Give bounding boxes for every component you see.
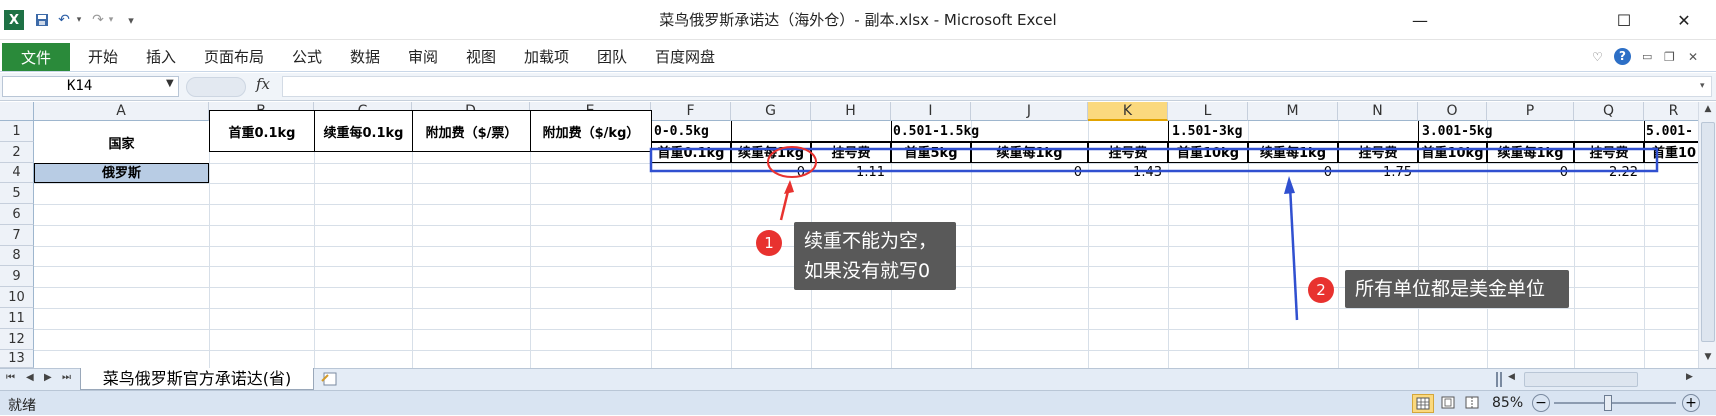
tab-team[interactable]: 团队 [597, 46, 627, 68]
title-bar: X ↶ ▾ ↷ ▾ ▾ 菜鸟俄罗斯承诺达（海外仓）- 副本.xlsx - Mic… [0, 0, 1716, 40]
help-icon[interactable]: ? [1614, 48, 1631, 65]
tab-formulas[interactable]: 公式 [292, 46, 322, 68]
name-box[interactable]: K14 [2, 76, 179, 97]
callout-1-line-1: 续重不能为空， [804, 230, 938, 252]
last-sheet-icon[interactable]: ⏭ [62, 372, 71, 383]
expand-formula-icon[interactable]: ▾ [1700, 81, 1705, 91]
ribbon-tabs: 文件 开始 插入 页面布局 公式 数据 审阅 视图 加载项 团队 百度网盘 ♡ … [0, 40, 1716, 72]
close-button[interactable]: ✕ [1660, 0, 1708, 40]
tab-split-handle[interactable] [1496, 372, 1502, 387]
formula-divider[interactable] [186, 77, 246, 97]
highlight-circle [767, 146, 817, 178]
worksheet-grid[interactable]: A B C D E F G H I J K L M N O P Q R 1 2 … [0, 102, 1698, 368]
minimize-button[interactable]: — [1396, 0, 1444, 40]
collapse-ribbon-icon[interactable]: ♡ [1592, 46, 1603, 68]
scroll-left-icon[interactable]: ◀ [1508, 372, 1515, 382]
vertical-scrollbar[interactable]: ▲ ▼ [1698, 102, 1716, 368]
horizontal-scroll-thumb[interactable] [1524, 372, 1638, 387]
first-sheet-icon[interactable]: ⏮ [6, 372, 15, 383]
file-tab[interactable]: 文件 [2, 43, 70, 71]
annotation-badge-2: 2 [1308, 277, 1334, 303]
zoom-out-button[interactable]: − [1532, 394, 1550, 412]
insert-function-icon[interactable]: fx [256, 75, 270, 93]
status-bar: 就绪 85% − + [0, 390, 1716, 415]
next-sheet-icon[interactable]: ▶ [44, 372, 52, 383]
scroll-thumb[interactable] [1701, 122, 1715, 342]
new-sheet-icon[interactable] [320, 371, 342, 387]
formula-bar: K14 ▼ fx ▾ [0, 73, 1716, 101]
tab-page-layout[interactable]: 页面布局 [204, 46, 264, 68]
window-title: 菜鸟俄罗斯承诺达（海外仓）- 副本.xlsx - Microsoft Excel [659, 11, 1057, 29]
highlight-box [649, 147, 1659, 173]
formula-input[interactable] [282, 76, 1712, 97]
prev-sheet-icon[interactable]: ◀ [26, 372, 34, 383]
arrow-2-line [1288, 185, 1299, 321]
scroll-right-icon[interactable]: ▶ [1686, 372, 1693, 382]
arrow-1-head [784, 180, 794, 194]
callout-1-line-2: 如果没有就写0 [804, 260, 931, 282]
tab-view[interactable]: 视图 [466, 46, 496, 68]
tab-addins[interactable]: 加载项 [524, 46, 569, 68]
tab-review[interactable]: 审阅 [408, 46, 438, 68]
tab-data[interactable]: 数据 [350, 46, 380, 68]
zoom-in-button[interactable]: + [1682, 394, 1700, 412]
status-ready: 就绪 [8, 398, 36, 414]
workbook-minimize-icon[interactable]: ▭ [1642, 46, 1652, 68]
sheet-tab-active[interactable]: 菜鸟俄罗斯官方承诺达(省) [80, 368, 314, 390]
zoom-slider-thumb[interactable] [1604, 395, 1612, 411]
scroll-down-icon[interactable]: ▼ [1701, 352, 1715, 366]
name-box-dropdown-icon[interactable]: ▼ [166, 78, 174, 89]
zoom-level[interactable]: 85% [1492, 395, 1523, 411]
arrow-2-head [1284, 176, 1295, 194]
workbook-restore-icon[interactable]: ❐ [1664, 46, 1675, 68]
page-layout-view-icon[interactable] [1438, 394, 1460, 413]
normal-view-icon[interactable] [1412, 394, 1434, 413]
tab-home[interactable]: 开始 [88, 46, 118, 68]
sheet-tab-bar: ⏮ ◀ ▶ ⏭ 菜鸟俄罗斯官方承诺达(省) ◀ ▶ [0, 368, 1716, 390]
tab-baidu-netdisk[interactable]: 百度网盘 [655, 46, 715, 68]
workbook-close-icon[interactable]: ✕ [1688, 46, 1698, 68]
annotation-callout-2: 所有单位都是美金单位 [1345, 270, 1569, 308]
annotation-callout-1: 续重不能为空， 如果没有就写0 [794, 222, 956, 290]
zoom-slider-track[interactable] [1554, 402, 1676, 404]
page-break-view-icon[interactable] [1462, 394, 1484, 413]
annotation-badge-1: 1 [756, 230, 782, 256]
tab-insert[interactable]: 插入 [146, 46, 176, 68]
maximize-button[interactable]: ☐ [1600, 0, 1648, 40]
scroll-up-icon[interactable]: ▲ [1701, 104, 1715, 118]
